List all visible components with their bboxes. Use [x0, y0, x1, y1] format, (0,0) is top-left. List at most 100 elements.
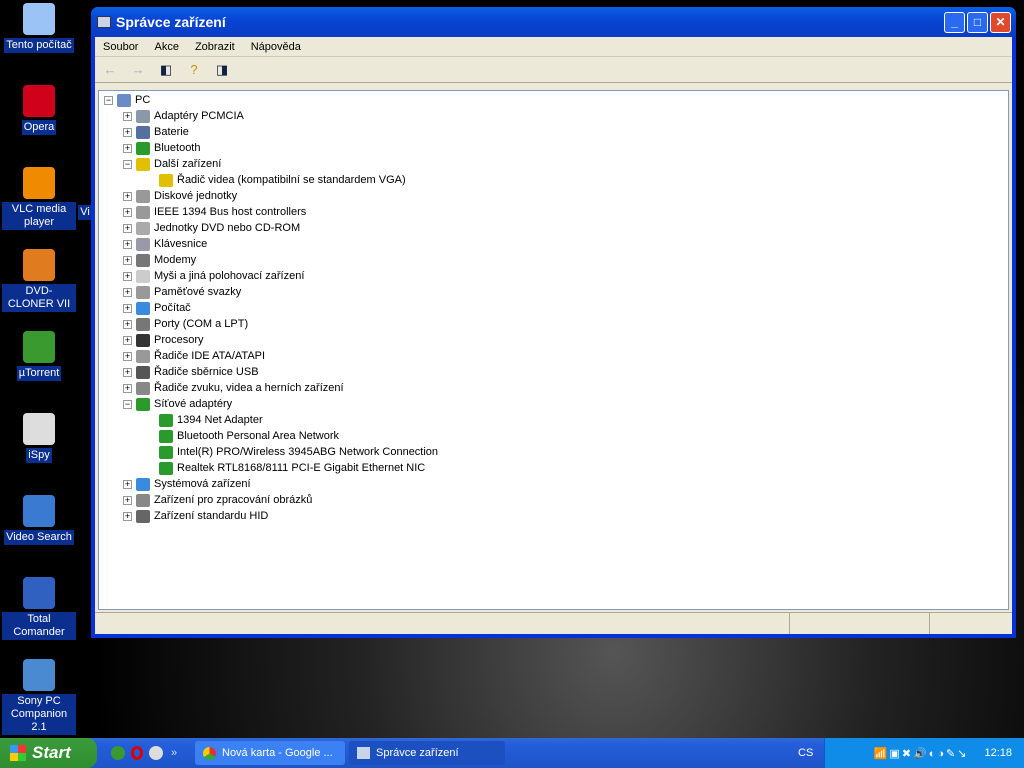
tree-item[interactable]: + Řadiče IDE ATA/ATAPI — [123, 348, 265, 364]
forward-arrow-icon[interactable]: → — [129, 62, 147, 78]
expand-toggle[interactable]: + — [123, 479, 132, 489]
chevron-more-icon[interactable]: » — [171, 747, 191, 759]
task-label: Nová karta - Google ... — [222, 747, 333, 759]
close-button[interactable]: ✕ — [990, 12, 1011, 33]
tree-item[interactable]: Intel(R) PRO/Wireless 3945ABG Network Co… — [159, 444, 438, 460]
opera-quicklaunch-icon[interactable] — [131, 746, 143, 760]
language-indicator[interactable]: CS — [798, 747, 813, 759]
desktop-icon[interactable]: DVD-CLONER VII — [2, 249, 76, 312]
tree-item[interactable]: Bluetooth Personal Area Network — [159, 428, 339, 444]
tray-icons[interactable]: 📶▣✖🔊◐◑✎↘ — [874, 747, 969, 760]
tree-label: Zařízení pro zpracování obrázků — [154, 494, 313, 506]
back-arrow-icon[interactable]: ← — [101, 62, 119, 78]
tree-item[interactable]: + Diskové jednotky — [123, 188, 237, 204]
expand-toggle[interactable]: + — [123, 335, 132, 345]
expand-toggle[interactable]: + — [123, 287, 132, 297]
tree-item[interactable]: + Řadiče zvuku, videa a herních zařízení — [123, 380, 344, 396]
expand-toggle[interactable]: + — [123, 271, 132, 281]
tree-label: Řadič videa (kompatibilní se standardem … — [177, 174, 406, 186]
device-icon — [136, 269, 150, 283]
tree-item[interactable]: + Modemy — [123, 252, 196, 268]
tree-item[interactable]: 1394 Net Adapter — [159, 412, 263, 428]
app-icon — [23, 3, 55, 35]
tree-item[interactable]: + Zařízení standardu HID — [123, 508, 268, 524]
tree-label: Diskové jednotky — [154, 190, 238, 202]
window-title: Správce zařízení — [116, 14, 226, 30]
tree-item[interactable]: + Systémová zařízení — [123, 476, 251, 492]
tree-item[interactable]: Řadič videa (kompatibilní se standardem … — [159, 172, 406, 188]
title-bar[interactable]: Správce zařízení _ □ ✕ — [91, 7, 1016, 37]
tree-label: 1394 Net Adapter — [177, 414, 263, 426]
menu-item[interactable]: Nápověda — [251, 41, 301, 53]
device-tree: − PC + Adaptéry PCMCIA + Baterie + Bluetooth −… — [98, 90, 1009, 610]
tree-item[interactable]: + Myši a jiná polohovací zařízení — [123, 268, 304, 284]
tree-label: IEEE 1394 Bus host controllers — [154, 206, 307, 218]
tree-item[interactable]: + Počítač — [123, 300, 191, 316]
expand-toggle[interactable]: + — [123, 239, 132, 249]
device-icon — [136, 477, 150, 491]
tree-item[interactable]: + Adaptéry PCMCIA — [123, 108, 244, 124]
task-device-manager[interactable]: Správce zařízení — [349, 741, 505, 765]
tree-item[interactable]: + Klávesnice — [123, 236, 207, 252]
expand-toggle[interactable]: + — [123, 511, 132, 521]
expand-toggle[interactable]: + — [123, 111, 132, 121]
desktop-icon[interactable]: Opera — [2, 85, 76, 135]
tree-label: Procesory — [154, 334, 204, 346]
tree-item[interactable]: + Jednotky DVD nebo CD-ROM — [123, 220, 300, 236]
desktop-icon[interactable]: µTorrent — [2, 331, 76, 381]
tree-item[interactable]: − Síťové adaptéry — [123, 396, 232, 412]
expand-toggle[interactable]: + — [123, 319, 132, 329]
tree-item[interactable]: + IEEE 1394 Bus host controllers — [123, 204, 306, 220]
expand-toggle[interactable]: − — [123, 159, 132, 169]
tree-label: Jednotky DVD nebo CD-ROM — [154, 222, 301, 234]
desktop-icon[interactable]: Video Search — [2, 495, 76, 545]
expand-toggle[interactable]: + — [123, 191, 132, 201]
utorrent-quicklaunch-icon[interactable] — [111, 746, 125, 760]
tree-label: Řadiče sběrnice USB — [154, 366, 259, 378]
expand-toggle[interactable]: + — [123, 495, 132, 505]
tree-item[interactable]: + Porty (COM a LPT) — [123, 316, 248, 332]
tree-root[interactable]: − PC — [104, 92, 150, 108]
expand-toggle[interactable]: + — [123, 207, 132, 217]
desktop-icon[interactable]: Tento počítač — [2, 3, 76, 53]
maximize-button[interactable]: □ — [967, 12, 988, 33]
menu-item[interactable]: Akce — [154, 41, 178, 53]
menu-item[interactable]: Soubor — [103, 41, 138, 53]
expand-toggle[interactable]: + — [123, 223, 132, 233]
tree-item[interactable]: Realtek RTL8168/8111 PCI-E Gigabit Ether… — [159, 460, 425, 476]
expand-toggle[interactable]: + — [123, 127, 132, 137]
expand-toggle[interactable]: + — [123, 383, 132, 393]
desktop-icon-partial[interactable]: Vi — [78, 205, 92, 220]
app-icon — [23, 85, 55, 117]
expand-toggle[interactable]: + — [123, 303, 132, 313]
windows-logo-icon — [10, 745, 26, 761]
show-hide-tree-icon[interactable]: ◧ — [157, 62, 175, 78]
device-icon — [136, 221, 150, 235]
media-player-quicklaunch-icon[interactable] — [149, 746, 163, 760]
device-icon — [136, 365, 150, 379]
minimize-button[interactable]: _ — [944, 12, 965, 33]
desktop-icon[interactable]: Sony PC Companion 2.1 — [2, 659, 76, 735]
desktop-icon[interactable]: Total Comander — [2, 577, 76, 640]
expand-toggle[interactable]: + — [123, 351, 132, 361]
collapse-toggle[interactable]: − — [104, 95, 113, 105]
start-button[interactable]: Start — [0, 738, 97, 768]
device-icon — [136, 285, 150, 299]
tree-item[interactable]: + Procesory — [123, 332, 204, 348]
desktop-icon[interactable]: iSpy — [2, 413, 76, 463]
tree-item[interactable]: + Zařízení pro zpracování obrázků — [123, 492, 312, 508]
menu-item[interactable]: Zobrazit — [195, 41, 235, 53]
expand-toggle[interactable]: + — [123, 143, 132, 153]
task-chrome[interactable]: Nová karta - Google ... — [195, 741, 345, 765]
desktop-icon[interactable]: VLC media player — [2, 167, 76, 230]
tree-item[interactable]: − Další zařízení — [123, 156, 221, 172]
tree-item[interactable]: + Řadiče sběrnice USB — [123, 364, 259, 380]
tree-item[interactable]: + Bluetooth — [123, 140, 200, 156]
expand-toggle[interactable]: + — [123, 367, 132, 377]
action-pane-icon[interactable]: ◨ — [213, 62, 231, 78]
tree-item[interactable]: + Baterie — [123, 124, 189, 140]
properties-help-icon[interactable]: ? — [185, 62, 203, 78]
expand-toggle[interactable]: − — [123, 399, 132, 409]
expand-toggle[interactable]: + — [123, 255, 132, 265]
tree-item[interactable]: + Paměťové svazky — [123, 284, 241, 300]
